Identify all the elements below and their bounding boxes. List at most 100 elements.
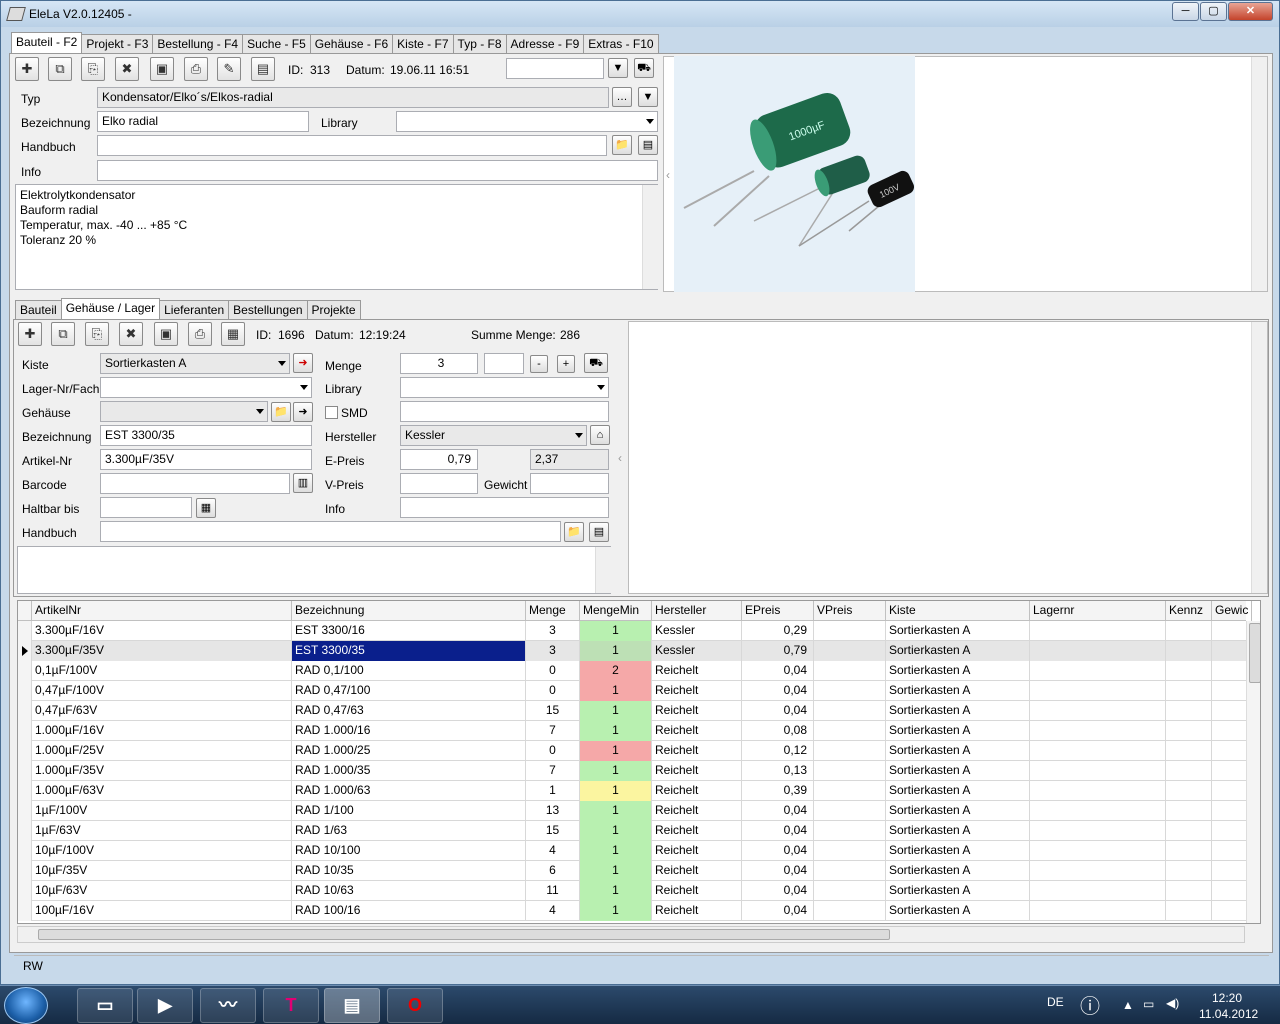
table-cell-kiste[interactable]: Sortierkasten A [886, 741, 1030, 761]
table-cell-bezeichnung[interactable]: RAD 0,47/100 [292, 681, 526, 701]
smd-checkbox[interactable] [325, 406, 338, 419]
table-cell-artikelnr[interactable]: 1µF/63V [32, 821, 292, 841]
report-icon[interactable]: ▤ [251, 57, 275, 81]
table-cell-mengemin[interactable]: 1 [580, 701, 652, 721]
subtab-bestellungen[interactable]: Bestellungen [228, 300, 308, 319]
row-indicator[interactable] [18, 721, 32, 741]
table-cell-hersteller[interactable]: Reichelt [652, 741, 742, 761]
gehaeuse-folder-icon[interactable]: 📁 [271, 402, 291, 422]
table-cell-epreis[interactable]: 0,79 [742, 641, 814, 661]
col-lagernr[interactable]: Lagernr [1030, 601, 1166, 621]
copy-icon[interactable]: ⧉ [48, 57, 72, 81]
table-row[interactable]: 1.000µF/35V RAD 1.000/35 7 1 Reichelt 0,13 Sor… [18, 761, 1252, 781]
language-indicator[interactable]: DE [1047, 995, 1064, 1009]
table-cell-menge[interactable]: 0 [526, 681, 580, 701]
table-cell-lagernr[interactable] [1030, 761, 1166, 781]
row-indicator[interactable] [18, 681, 32, 701]
tab-adresse[interactable]: Adresse - F9 [505, 34, 585, 53]
stock-handbuch-field[interactable] [100, 521, 561, 542]
table-cell-hersteller[interactable]: Reichelt [652, 721, 742, 741]
table-cell-artikelnr[interactable]: 1.000µF/16V [32, 721, 292, 741]
table-cell-kennz[interactable] [1166, 721, 1212, 741]
table-row[interactable]: 0,47µF/63V RAD 0,47/63 15 1 Reichelt 0,04 Sort… [18, 701, 1252, 721]
col-menge[interactable]: Menge [526, 601, 580, 621]
table-cell-lagernr[interactable] [1030, 801, 1166, 821]
col-mengemin[interactable]: MengeMin [580, 601, 652, 621]
gehaeuse-select[interactable] [100, 401, 268, 422]
table-cell-kiste[interactable]: Sortierkasten A [886, 621, 1030, 641]
typ-browse-button[interactable]: … [612, 87, 632, 107]
table-cell-hersteller[interactable]: Reichelt [652, 801, 742, 821]
tab-kiste[interactable]: Kiste - F7 [392, 34, 454, 53]
table-cell-kennz[interactable] [1166, 741, 1212, 761]
tab-gehaeuse[interactable]: Gehäuse - F6 [309, 34, 394, 53]
table-cell-artikelnr[interactable]: 100µF/16V [32, 901, 292, 921]
grid-hscrollbar[interactable] [17, 926, 1245, 943]
start-button[interactable] [4, 987, 48, 1024]
table-cell-artikelnr[interactable]: 10µF/63V [32, 881, 292, 901]
table-cell-bezeichnung[interactable]: RAD 1.000/16 [292, 721, 526, 741]
table-cell-kiste[interactable]: Sortierkasten A [886, 721, 1030, 741]
table-cell-kiste[interactable]: Sortierkasten A [886, 901, 1030, 921]
table-cell-hersteller[interactable]: Reichelt [652, 681, 742, 701]
row-indicator[interactable] [18, 901, 32, 921]
subtab-lieferanten[interactable]: Lieferanten [159, 300, 230, 319]
table-cell-mengemin[interactable]: 2 [580, 661, 652, 681]
table-cell-kennz[interactable] [1166, 761, 1212, 781]
table-cell-kiste[interactable]: Sortierkasten A [886, 861, 1030, 881]
tab-suche[interactable]: Suche - F5 [242, 34, 311, 53]
table-cell-bezeichnung[interactable]: RAD 1/63 [292, 821, 526, 841]
table-cell-epreis[interactable]: 0,39 [742, 781, 814, 801]
table-cell-hersteller[interactable]: Kessler [652, 621, 742, 641]
table-cell-kiste[interactable]: Sortierkasten A [886, 701, 1030, 721]
smd-field[interactable] [400, 401, 609, 422]
row-indicator[interactable] [18, 881, 32, 901]
new-part-icon[interactable]: ✚ [15, 57, 39, 81]
table-cell-hersteller[interactable]: Kessler [652, 641, 742, 661]
table-cell-bezeichnung[interactable]: RAD 0,1/100 [292, 661, 526, 681]
table-cell-lagernr[interactable] [1030, 641, 1166, 661]
table-cell-menge[interactable]: 4 [526, 841, 580, 861]
table-cell-bezeichnung[interactable]: EST 3300/16 [292, 621, 526, 641]
table-cell-menge[interactable]: 3 [526, 621, 580, 641]
table-row[interactable]: 10µF/63V RAD 10/63 11 1 Reichelt 0,04 Sortierk… [18, 881, 1252, 901]
subtab-gehaeuse-lager[interactable]: Gehäuse / Lager [60, 298, 161, 319]
image-scrollbar[interactable] [1251, 57, 1267, 291]
table-cell-hersteller[interactable]: Reichelt [652, 861, 742, 881]
hersteller-select[interactable]: Kessler [400, 425, 587, 446]
table-cell-menge[interactable]: 7 [526, 761, 580, 781]
grid-vscrollbar[interactable] [1246, 621, 1260, 923]
table-cell-lagernr[interactable] [1030, 661, 1166, 681]
table-cell-artikelnr[interactable]: 10µF/100V [32, 841, 292, 861]
library-select[interactable] [396, 111, 658, 132]
table-cell-vpreis[interactable] [814, 761, 886, 781]
clock-time[interactable]: 12:20 [1212, 991, 1242, 1005]
table-cell-epreis[interactable]: 0,04 [742, 701, 814, 721]
table-cell-bezeichnung[interactable]: EST 3300/35 [292, 641, 526, 661]
media-player-icon[interactable]: ▶ [137, 988, 193, 1023]
stock-info-field[interactable] [400, 497, 609, 518]
hersteller-home-icon[interactable]: ⌂ [590, 425, 610, 445]
save-stock-icon[interactable]: ▣ [154, 322, 178, 346]
table-cell-vpreis[interactable] [814, 621, 886, 641]
table-cell-menge[interactable]: 0 [526, 661, 580, 681]
stock-image-scrollbar[interactable] [1251, 322, 1267, 593]
haltbar-field[interactable] [100, 497, 192, 518]
table-cell-artikelnr[interactable]: 10µF/35V [32, 861, 292, 881]
table-cell-kiste[interactable]: Sortierkasten A [886, 801, 1030, 821]
table-row[interactable]: 0,47µF/100V RAD 0,47/100 0 1 Reichelt 0,04 Sor… [18, 681, 1252, 701]
table-cell-mengemin[interactable]: 1 [580, 761, 652, 781]
table-cell-bezeichnung[interactable]: RAD 1.000/63 [292, 781, 526, 801]
row-indicator[interactable] [18, 841, 32, 861]
table-cell-lagernr[interactable] [1030, 861, 1166, 881]
col-artikelnr[interactable]: ArtikelNr [32, 601, 292, 621]
splitter-left-icon[interactable]: ‹ [618, 451, 622, 465]
table-cell-vpreis[interactable] [814, 741, 886, 761]
delete-icon[interactable]: ✖ [115, 57, 139, 81]
tab-typ[interactable]: Typ - F8 [452, 34, 507, 53]
stock-chart-icon[interactable]: 〰 [200, 988, 256, 1023]
truck-icon[interactable]: ⛟ [634, 58, 654, 78]
table-cell-epreis[interactable]: 0,13 [742, 761, 814, 781]
table-cell-menge[interactable]: 11 [526, 881, 580, 901]
table-cell-hersteller[interactable]: Reichelt [652, 761, 742, 781]
